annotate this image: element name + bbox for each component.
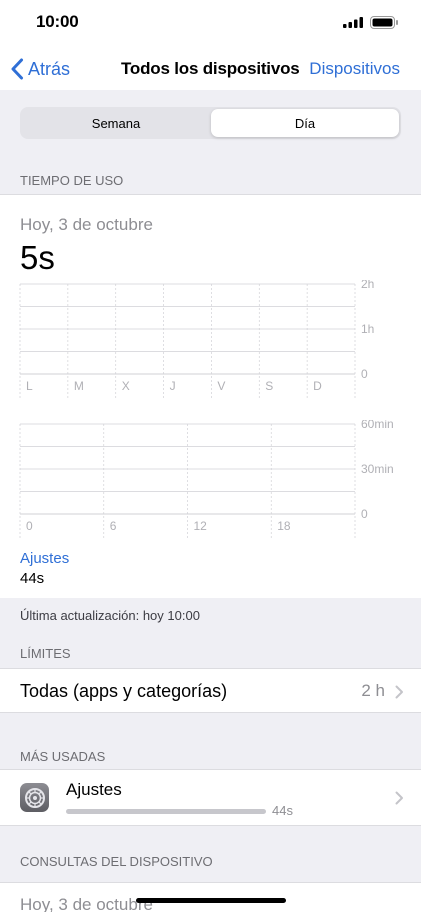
usage-total: 5s xyxy=(20,239,55,276)
settings-gear-icon xyxy=(20,783,49,812)
x-tick-label: 18 xyxy=(277,519,291,533)
home-indicator xyxy=(136,898,286,903)
segment-area: Semana Día xyxy=(0,90,421,160)
section-spacer xyxy=(0,713,421,741)
x-tick-label: M xyxy=(74,379,84,393)
y-tick-label: 60min xyxy=(361,420,394,431)
last-update: Última actualización: hoy 10:00 xyxy=(0,598,421,630)
most-used-section-header: MÁS USADAS xyxy=(0,741,421,769)
chevron-right-icon xyxy=(395,685,403,699)
pickups-card: Hoy, 3 de octubre xyxy=(0,882,421,912)
x-tick-label: 12 xyxy=(194,519,208,533)
top-app-name[interactable]: Ajustes xyxy=(20,550,69,567)
status-bar: 10:00 xyxy=(0,0,421,48)
x-tick-label: J xyxy=(170,379,176,393)
usage-section-header: TIEMPO DE USO xyxy=(0,160,421,195)
pickups-date: Hoy, 3 de octubre xyxy=(20,895,153,912)
top-app-time: 44s xyxy=(20,570,45,587)
limits-label: Todas (apps y categorías) xyxy=(20,681,228,701)
section-spacer xyxy=(0,826,421,848)
devices-button[interactable]: Dispositivos xyxy=(309,59,400,79)
weekly-usage-chart: 2h 1h 0 L M X J V S D xyxy=(19,280,374,398)
usage-progress-bar xyxy=(66,809,266,814)
y-tick-label: 30min xyxy=(361,462,394,476)
cellular-signal-icon xyxy=(343,17,363,28)
chevron-right-icon xyxy=(395,791,403,805)
y-tick-label: 0 xyxy=(361,507,368,521)
x-tick-label: 0 xyxy=(26,519,33,533)
back-button[interactable]: Atrás xyxy=(10,56,70,82)
period-segmented-control: Semana Día xyxy=(20,107,401,139)
x-tick-label: D xyxy=(313,379,322,393)
x-tick-label: 6 xyxy=(110,519,117,533)
hourly-usage-chart: 60min 30min 0 0 6 12 18 xyxy=(19,420,394,538)
x-tick-label: X xyxy=(122,379,130,393)
segment-week[interactable]: Semana xyxy=(22,109,210,137)
x-tick-label: L xyxy=(26,379,33,393)
chevron-left-icon xyxy=(11,58,23,80)
pickups-section-header: CONSULTAS DEL DISPOSITIVO xyxy=(0,848,421,882)
y-tick-label: 0 xyxy=(361,367,368,381)
limits-row[interactable]: Todas (apps y categorías) 2 h xyxy=(0,668,421,713)
back-label: Atrás xyxy=(28,58,71,79)
y-tick-label: 2h xyxy=(361,280,374,291)
page-title: Todos los dispositivos xyxy=(121,59,300,78)
navigation-bar: Atrás Todos los dispositivos Dispositivo… xyxy=(0,48,421,90)
limits-value: 2 h xyxy=(361,681,385,700)
y-tick-label: 1h xyxy=(361,322,374,336)
limits-section-header: LÍMITES xyxy=(0,630,421,668)
battery-icon xyxy=(370,16,398,29)
segment-day[interactable]: Día xyxy=(211,109,399,137)
x-tick-label: V xyxy=(217,379,225,393)
status-time: 10:00 xyxy=(36,12,79,31)
usage-date: Hoy, 3 de octubre xyxy=(20,215,153,234)
x-tick-label: S xyxy=(265,379,273,393)
most-used-app-time: 44s xyxy=(272,803,293,818)
usage-card: Hoy, 3 de octubre 5s 2h 1h 0 L M X J V S D 60min 3… xyxy=(0,194,421,598)
most-used-app-name: Ajustes xyxy=(66,780,122,799)
most-used-item[interactable]: Ajustes 44s xyxy=(0,769,421,826)
